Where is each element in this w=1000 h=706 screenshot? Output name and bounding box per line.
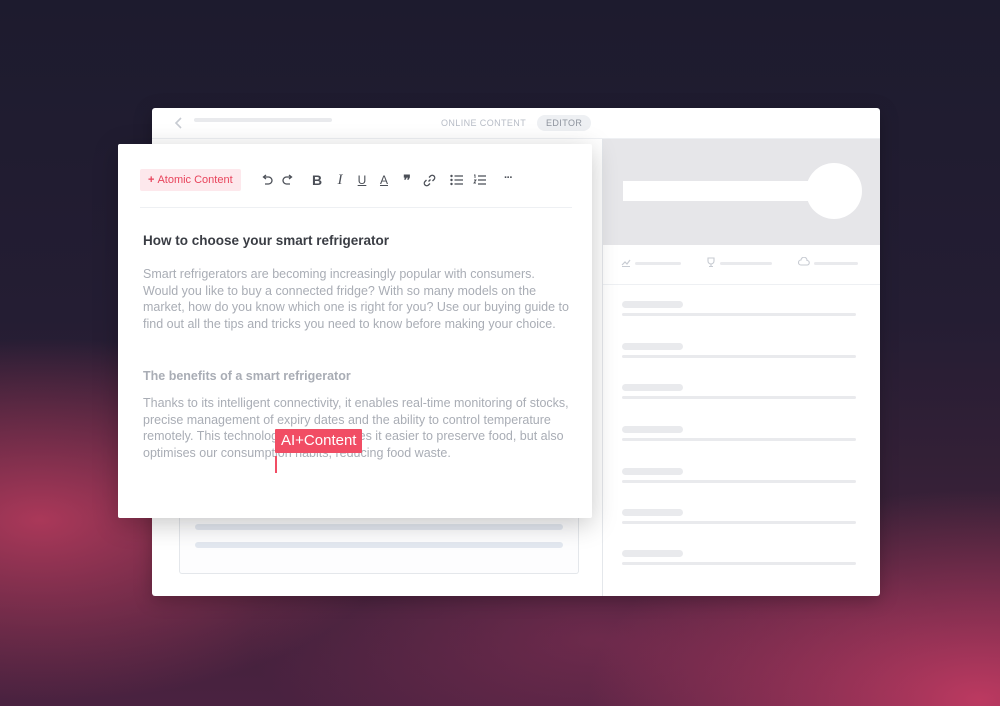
article-subtitle[interactable]: The benefits of a smart refrigerator (143, 369, 351, 383)
redo-icon (281, 174, 293, 185)
atomic-content-label: Atomic Content (157, 174, 233, 186)
undo-icon (261, 174, 273, 185)
numbered-list-icon (473, 174, 486, 185)
chart-icon (621, 259, 631, 267)
list-item-heading (622, 468, 683, 475)
bullet-list-button[interactable] (448, 171, 466, 189)
redo-button[interactable] (279, 171, 297, 189)
breadcrumb-online-content[interactable]: ONLINE CONTENT (441, 118, 526, 128)
list-item-line (622, 480, 856, 483)
link-button[interactable] (420, 171, 438, 189)
list-item-heading (622, 384, 683, 391)
cloud-icon (798, 257, 810, 266)
list-item-line (622, 355, 856, 358)
more-button[interactable]: ··· (499, 169, 517, 187)
list-item-line (622, 396, 856, 399)
list-item-line (622, 521, 856, 524)
hero-bar-placeholder (623, 181, 813, 201)
stat-uploads-placeholder (814, 262, 858, 265)
content-line-placeholder (195, 542, 563, 548)
underline-button[interactable]: U (353, 171, 371, 189)
bold-button[interactable]: B (308, 171, 326, 189)
list-item-line (622, 562, 856, 565)
chevron-left-icon[interactable] (174, 116, 184, 130)
stat-views-placeholder (635, 262, 681, 265)
article-intro[interactable]: Smart refrigerators are becoming increas… (143, 266, 573, 332)
list-item-line (622, 313, 856, 316)
preview-hero (603, 139, 880, 245)
trophy-icon (707, 257, 715, 267)
window-header: ONLINE CONTENT EDITOR (152, 108, 880, 139)
rich-text-editor: + Atomic Content B I U A ❞ ··· How to ch… (118, 144, 592, 518)
toolbar-divider (140, 207, 572, 208)
ai-content-tag: AI+Content (275, 429, 363, 453)
list-item-heading (622, 343, 683, 350)
plus-icon: + (148, 174, 155, 186)
numbered-list-button[interactable] (471, 171, 489, 189)
quote-button[interactable]: ❞ (398, 171, 416, 189)
list-item-heading (622, 301, 683, 308)
list-item-heading (622, 426, 683, 433)
list-item-heading (622, 509, 683, 516)
italic-button[interactable]: I (331, 171, 349, 189)
bullet-list-icon (450, 174, 463, 186)
list-item-heading (622, 550, 683, 557)
content-line-placeholder (195, 524, 563, 530)
title-placeholder (194, 118, 332, 122)
stats-divider (603, 284, 880, 285)
hero-avatar-placeholder (806, 163, 862, 219)
text-cursor (275, 456, 277, 473)
atomic-content-button[interactable]: + Atomic Content (140, 169, 241, 191)
stat-awards-placeholder (720, 262, 772, 265)
breadcrumb-editor[interactable]: EDITOR (537, 115, 592, 131)
link-icon (423, 174, 435, 186)
editor-toolbar: + Atomic Content B I U A ❞ ··· (140, 169, 572, 191)
article-title[interactable]: How to choose your smart refrigerator (143, 233, 389, 248)
list-item-line (622, 438, 856, 441)
text-color-button[interactable]: A (375, 171, 393, 189)
undo-button[interactable] (257, 171, 275, 189)
